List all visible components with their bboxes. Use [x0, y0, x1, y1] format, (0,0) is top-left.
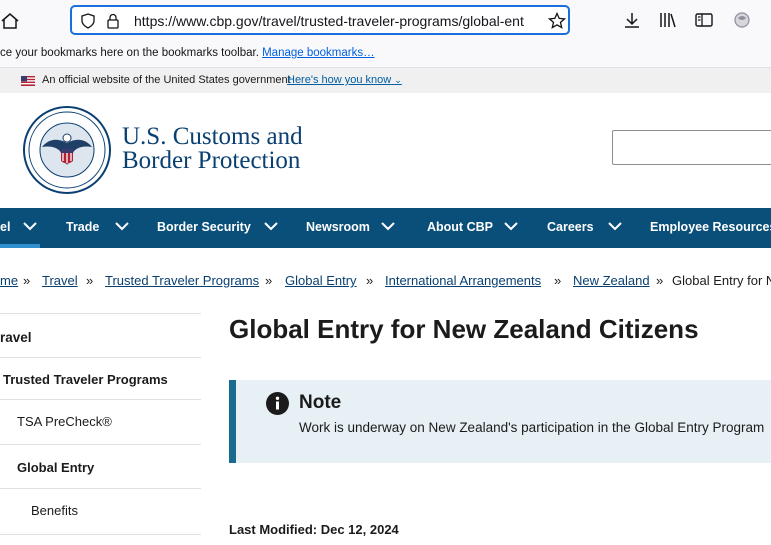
- url-text[interactable]: https://www.cbp.gov/travel/trusted-trave…: [134, 13, 544, 29]
- nav-item-careers[interactable]: Careers: [547, 220, 594, 234]
- info-icon: [266, 392, 289, 415]
- chevron-down-icon[interactable]: [23, 222, 37, 231]
- chevron-down-icon[interactable]: [381, 222, 395, 231]
- nav-active-indicator: [0, 244, 40, 248]
- gov-banner: An official website of the United States…: [0, 68, 771, 93]
- nav-item-about-cbp[interactable]: About CBP: [427, 220, 493, 234]
- star-icon[interactable]: [548, 12, 566, 30]
- sidebar-item-label: Benefits: [31, 503, 78, 518]
- sidebar-item-benefits[interactable]: Benefits: [0, 489, 201, 535]
- chevron-down-icon: ⌄: [394, 75, 402, 85]
- nav-item-travel[interactable]: el: [0, 220, 10, 234]
- bookmarks-hint: ce your bookmarks here on the bookmarks …: [0, 47, 259, 59]
- agency-name-line1: U.S. Customs and: [122, 123, 303, 150]
- note-alert: Note Work is underway on New Zealand's p…: [229, 380, 771, 463]
- heres-how-you-know-label: Here's how you know: [287, 74, 392, 86]
- heres-how-you-know-link[interactable]: Here's how you know ⌄: [287, 74, 402, 86]
- sidebar-item-trusted-traveler-programs[interactable]: Trusted Traveler Programs: [0, 358, 201, 400]
- breadcrumb: me » Travel » Trusted Traveler Programs …: [0, 273, 771, 291]
- download-icon[interactable]: [622, 10, 642, 30]
- breadcrumb-global-entry[interactable]: Global Entry: [285, 273, 357, 288]
- extensions-icon[interactable]: [732, 10, 752, 30]
- nav-item-employee-resources[interactable]: Employee Resources: [650, 220, 771, 234]
- breadcrumb-current: Global Entry for N: [672, 273, 771, 288]
- breadcrumb-separator: »: [656, 273, 664, 288]
- sidebar-item-global-entry[interactable]: Global Entry: [0, 445, 201, 489]
- breadcrumb-home[interactable]: me: [0, 273, 18, 288]
- page-title: Global Entry for New Zealand Citizens: [229, 314, 699, 344]
- last-modified: Last Modified: Dec 12, 2024: [229, 522, 399, 537]
- bookmarks-bar: ce your bookmarks here on the bookmarks …: [0, 42, 771, 68]
- nav-item-newsroom[interactable]: Newsroom: [306, 220, 370, 234]
- gov-banner-text: An official website of the United States…: [42, 74, 291, 86]
- sidebar-item-label: Trusted Traveler Programs: [3, 372, 168, 387]
- breadcrumb-separator: »: [554, 273, 562, 288]
- breadcrumb-separator: »: [86, 273, 94, 288]
- note-text: Work is underway on New Zealand's partic…: [299, 420, 765, 435]
- address-bar[interactable]: https://www.cbp.gov/travel/trusted-trave…: [70, 5, 570, 35]
- chevron-down-icon[interactable]: [608, 222, 622, 231]
- main-navigation: el Trade Border Security Newsroom About …: [0, 208, 771, 248]
- sidebar-item-tsa-precheck[interactable]: TSA PreCheck®: [0, 400, 201, 445]
- breadcrumb-new-zealand[interactable]: New Zealand: [573, 273, 650, 288]
- sidebar-item-label: Global Entry: [17, 460, 95, 475]
- breadcrumb-international-arrangements[interactable]: International Arrangements: [385, 273, 541, 288]
- agency-name-line2: Border Protection: [122, 147, 301, 174]
- nav-item-border-security[interactable]: Border Security: [157, 220, 251, 234]
- chevron-down-icon[interactable]: [504, 222, 518, 231]
- sidebar-item-travel[interactable]: ravel: [0, 313, 201, 358]
- nav-item-trade[interactable]: Trade: [66, 220, 99, 234]
- home-icon[interactable]: [0, 11, 20, 31]
- us-flag-icon: [21, 76, 35, 86]
- sidebar-item-label: TSA PreCheck®: [17, 414, 112, 429]
- chevron-down-icon[interactable]: [264, 222, 278, 231]
- breadcrumb-separator: »: [23, 273, 31, 288]
- lock-icon[interactable]: [106, 13, 120, 29]
- sidebar-icon[interactable]: [694, 10, 714, 30]
- breadcrumb-separator: »: [265, 273, 273, 288]
- agency-name-logo[interactable]: U.S. Customs and Border Protection: [122, 123, 303, 174]
- note-title: Note: [299, 392, 342, 413]
- sidebar-item-label: ravel: [0, 330, 32, 345]
- cbp-seal-logo[interactable]: [22, 105, 112, 195]
- chevron-down-icon[interactable]: [115, 222, 129, 231]
- browser-toolbar: https://www.cbp.gov/travel/trusted-trave…: [0, 0, 771, 42]
- library-icon[interactable]: [658, 10, 678, 30]
- search-input[interactable]: [612, 130, 771, 165]
- manage-bookmarks-link[interactable]: Manage bookmarks…: [262, 47, 375, 59]
- breadcrumb-trusted-traveler-programs[interactable]: Trusted Traveler Programs: [105, 273, 259, 288]
- breadcrumb-travel[interactable]: Travel: [42, 273, 78, 288]
- breadcrumb-separator: »: [366, 273, 374, 288]
- shield-icon[interactable]: [80, 13, 96, 29]
